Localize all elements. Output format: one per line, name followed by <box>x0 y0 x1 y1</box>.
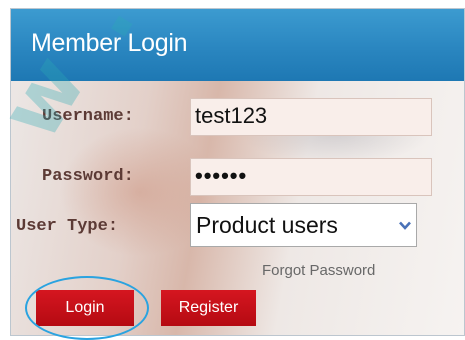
forgot-password-link[interactable]: Forgot Password <box>262 262 375 279</box>
password-label: Password: <box>42 167 134 186</box>
chevron-down-icon[interactable] <box>395 205 415 245</box>
user-type-label: User Type: <box>16 217 119 236</box>
panel-header: Member Login <box>11 9 464 81</box>
username-input[interactable]: test123 <box>190 98 432 136</box>
password-input[interactable]: •••••• <box>190 158 432 196</box>
user-type-select[interactable]: Product users <box>190 203 417 247</box>
user-type-selected-value: Product users <box>196 212 338 238</box>
register-button[interactable]: Register <box>161 290 256 326</box>
login-highlight-circle <box>25 276 149 340</box>
